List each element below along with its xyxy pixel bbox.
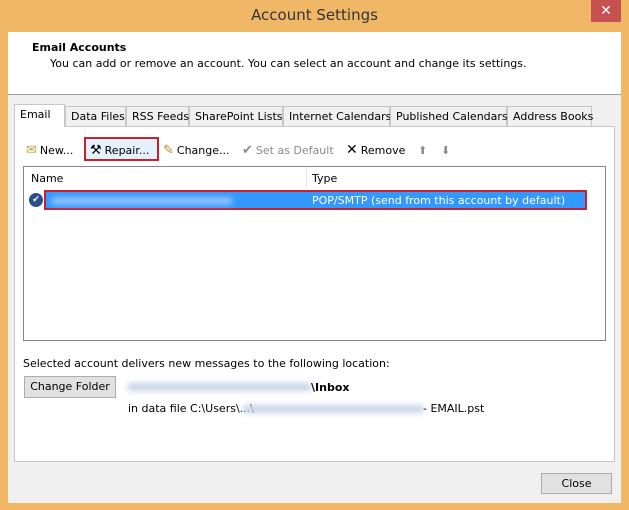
tab-internet-calendars[interactable]: Internet Calendars [283,106,391,126]
new-button[interactable]: ✉ New... [26,141,73,159]
close-icon[interactable]: ✕ [591,0,621,22]
check-circle-icon: ✔ [242,142,253,158]
tab-rss-feeds[interactable]: RSS Feeds [126,106,189,126]
section-title: Email Accounts [32,41,127,54]
column-divider [306,167,307,187]
tab-address-books[interactable]: Address Books [507,106,593,126]
tab-published-calendars[interactable]: Published Calendars [390,106,508,126]
repair-button[interactable]: ⚒ Repair... [90,141,149,159]
tab-sharepoint-lists[interactable]: SharePoint Lists [189,106,283,126]
table-row[interactable]: POP/SMTP (send from this account by defa… [44,190,587,210]
remove-button[interactable]: ✕ Remove [346,141,405,159]
data-file-suffix: - EMAIL.pst [423,402,485,415]
arrow-up-icon: ⬆ [418,143,428,157]
change-icon: ✎ [163,142,174,158]
data-file-redacted [243,405,423,413]
set-default-button[interactable]: ✔ Set as Default [242,141,334,159]
window-title: Account Settings [251,6,378,24]
arrow-down-icon: ⬇ [441,143,451,157]
x-icon: ✕ [346,142,358,158]
delivery-label: Selected account delivers new messages t… [23,357,390,370]
section-description: You can add or remove an account. You ca… [50,57,527,70]
folder-redacted [128,383,311,391]
tab-data-files[interactable]: Data Files [65,106,126,126]
column-header-type[interactable]: Type [312,172,337,185]
tab-email[interactable]: Email [14,104,65,127]
inbox-folder: \Inbox [311,381,350,394]
column-header-name[interactable]: Name [31,172,63,185]
default-check-icon: ✔ [29,193,43,207]
change-button[interactable]: ✎ Change... [163,141,230,159]
move-up-button[interactable]: ⬆ [418,141,427,159]
account-name-redacted [52,197,232,205]
close-button[interactable]: Close [541,473,612,494]
tools-icon: ⚒ [90,142,102,158]
new-account-icon: ✉ [26,142,37,158]
move-down-button[interactable]: ⬇ [441,141,450,159]
data-file-prefix: in data file C:\Users\...\ [128,402,254,415]
account-type: POP/SMTP (send from this account by defa… [312,194,566,207]
change-folder-button[interactable]: Change Folder [24,376,116,398]
